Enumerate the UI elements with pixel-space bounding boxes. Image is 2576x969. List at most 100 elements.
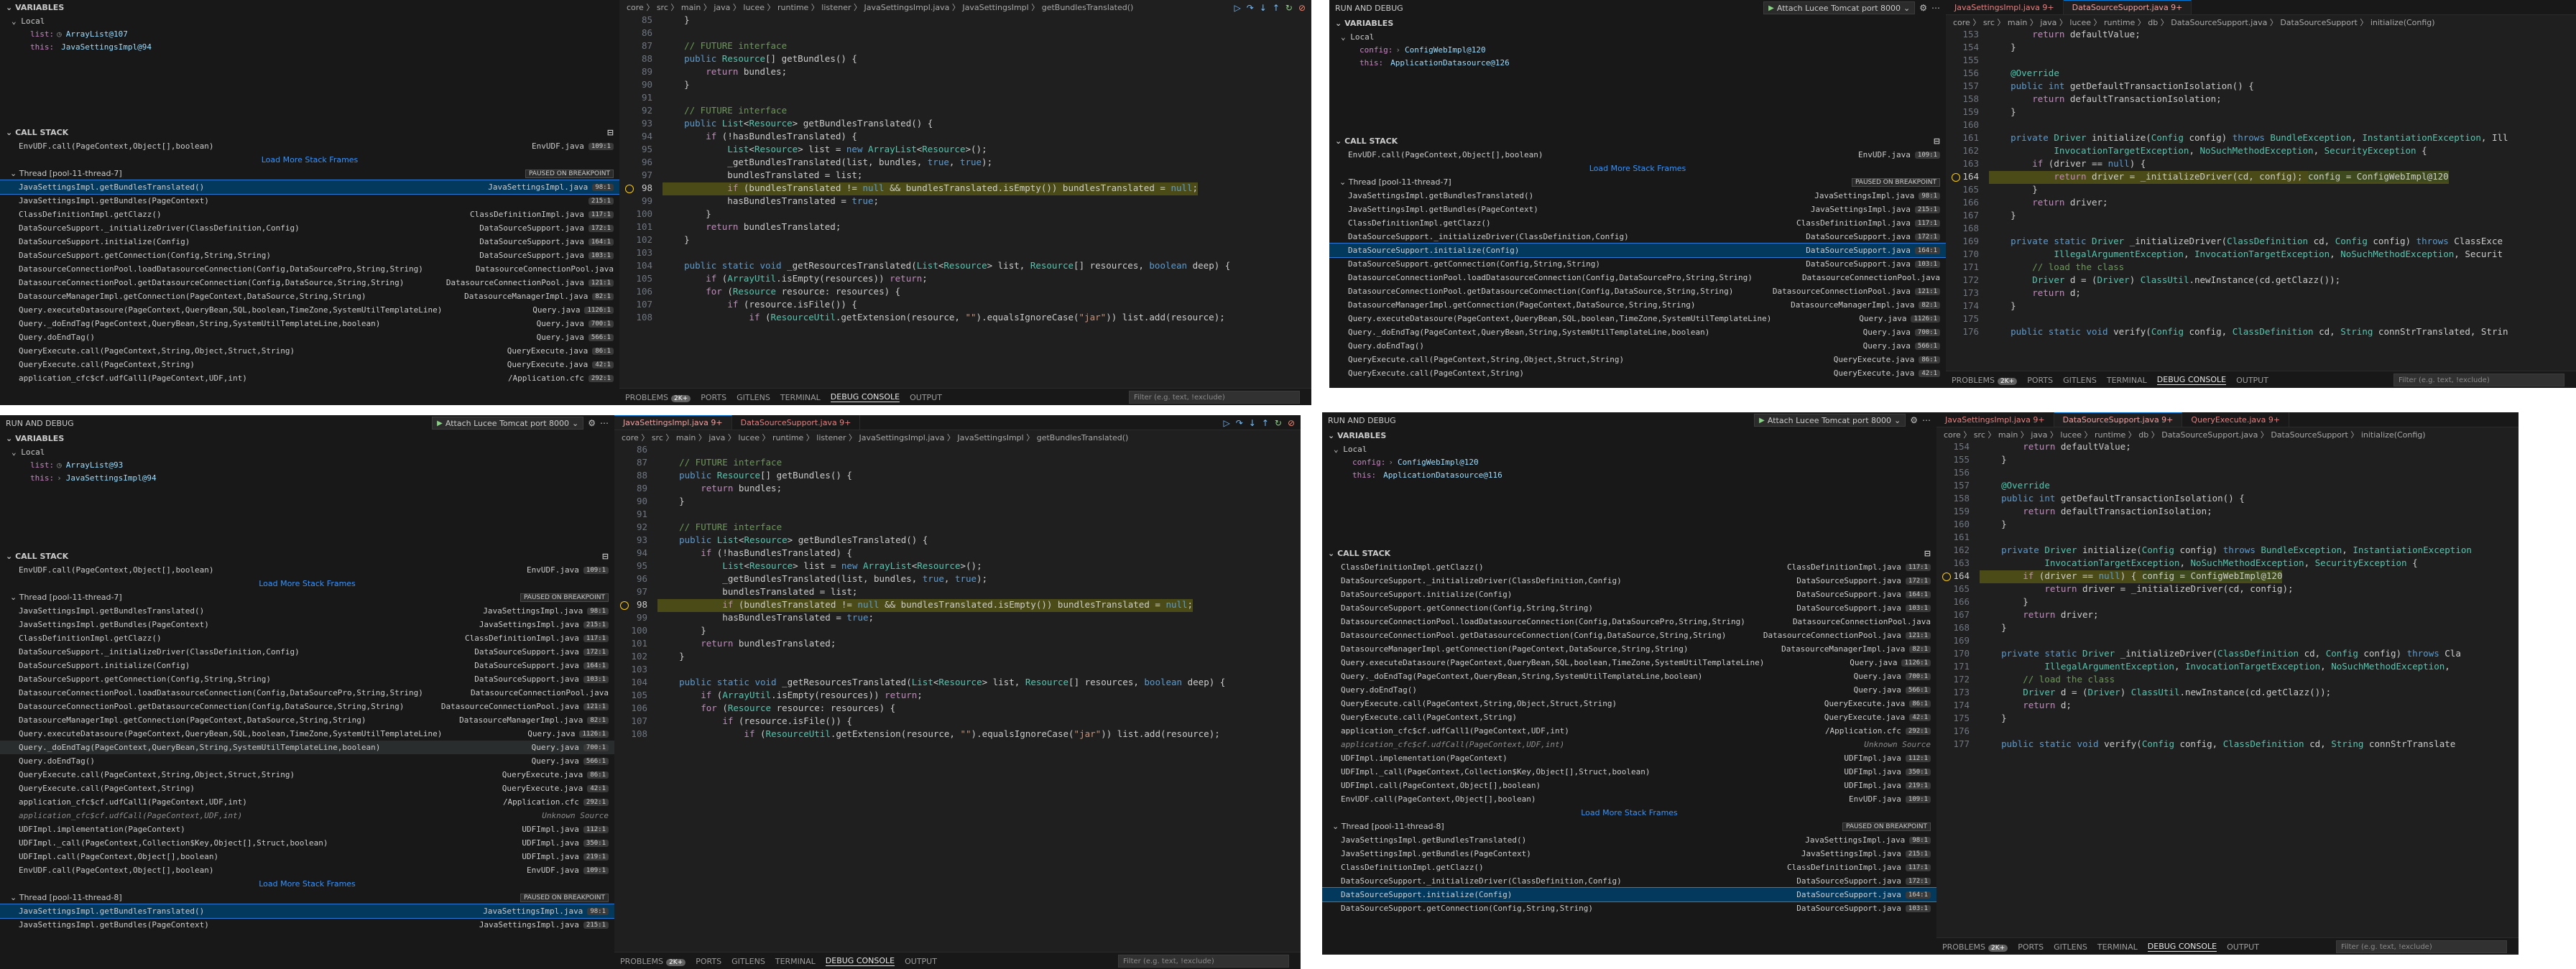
code-line[interactable]: 99 hasBundlesTranslated = true; (614, 612, 1301, 625)
line-number[interactable]: 106 (614, 703, 657, 715)
line-number[interactable]: 93 (614, 534, 657, 547)
continue-icon[interactable]: ▷ (1234, 3, 1240, 13)
breadcrumb[interactable]: core 〉 src 〉 main 〉 java 〉 lucee 〉 runti… (614, 430, 1301, 445)
stack-frame[interactable]: Query.executeDatasoure(PageContext,Query… (1322, 656, 1936, 669)
line-number[interactable]: 106 (619, 286, 663, 299)
code-line[interactable]: 98 if (bundlesTranslated != null && bund… (619, 182, 1311, 195)
line-number[interactable]: 91 (619, 92, 663, 105)
line-number[interactable]: 87 (619, 40, 663, 53)
stack-frame[interactable]: Query.doEndTag() Query.java 566:1 (1329, 339, 1946, 353)
code-line[interactable]: 100 } (619, 208, 1311, 221)
code-line[interactable]: 102 } (614, 651, 1301, 664)
stack-frame[interactable]: DataSourceSupport.initialize(Config) Dat… (0, 235, 619, 249)
code-line[interactable]: 172 // load the class (1936, 674, 2519, 687)
variables-scope[interactable]: ⌄ Local (0, 445, 614, 458)
stack-frame[interactable]: DataSourceSupport.initialize(Config) Dat… (1329, 243, 1946, 258)
line-number[interactable]: 172 (1946, 274, 1989, 287)
panel-tab[interactable]: PORTS (2018, 942, 2044, 952)
stack-frame[interactable]: DatasourceConnectionPool.loadDatasourceC… (0, 686, 614, 700)
line-number[interactable]: 89 (614, 483, 657, 496)
more-icon[interactable]: ⋯ (600, 418, 609, 428)
code-line[interactable]: 155 } (1936, 454, 2519, 467)
code-line[interactable]: 88 public Resource[] getBundles() { (614, 470, 1301, 483)
panel-tab[interactable]: DEBUG CONSOLE (2156, 375, 2227, 385)
line-number[interactable]: 166 (1946, 197, 1989, 210)
stack-frame[interactable]: ClassDefinitionImpl.getClazz() ClassDefi… (1322, 560, 1936, 574)
code-line[interactable]: 173 return d; (1946, 287, 2576, 300)
code-line[interactable]: 173 Driver d = (Driver) ClassUtil.newIns… (1936, 687, 2519, 700)
stack-frame[interactable]: DatasourceConnectionPool.loadDatasourceC… (0, 262, 619, 276)
stack-frame[interactable]: JavaSettingsImpl.getBundlesTranslated() … (0, 180, 619, 195)
code-line[interactable]: 101 return bundlesTranslated; (614, 638, 1301, 651)
code-line[interactable]: 168 } (1936, 622, 2519, 635)
stack-frame[interactable]: DataSourceSupport.getConnection(Config,S… (1322, 601, 1936, 615)
stack-frame[interactable]: DatasourceManagerImpl.getConnection(Page… (1322, 642, 1936, 656)
line-number[interactable]: 96 (619, 157, 663, 170)
code-line[interactable]: 108 if (ResourceUtil.getExtension(resour… (614, 728, 1301, 741)
line-number[interactable]: 159 (1946, 106, 1989, 119)
launch-config-select[interactable]: ▶ Attach Lucee Tomcat port 8000 ⌄ (1763, 1, 1916, 14)
panel-tab[interactable]: PROBLEMS 2K+ (625, 393, 691, 402)
line-number[interactable]: 171 (1936, 661, 1980, 674)
launch-config-select[interactable]: ▶ Attach Lucee Tomcat port 8000 ⌄ (432, 417, 584, 430)
code-line[interactable]: 99 hasBundlesTranslated = true; (619, 195, 1311, 208)
line-number[interactable]: 160 (1946, 119, 1989, 132)
code-line[interactable]: 157 @Override (1936, 480, 2519, 493)
line-number[interactable]: 158 (1936, 493, 1980, 506)
stack-frame[interactable]: DataSourceSupport._initializeDriver(Clas… (0, 221, 619, 235)
line-number[interactable]: 104 (614, 677, 657, 690)
code-line[interactable]: 86 (619, 27, 1311, 40)
stack-frame[interactable]: JavaSettingsImpl.getBundles(PageContext)… (1322, 847, 1936, 861)
code-line[interactable]: 94 if (!hasBundlesTranslated) { (619, 131, 1311, 144)
restart-icon[interactable]: ↻ (1285, 3, 1293, 13)
code-line[interactable]: 165 return driver = _initializeDriver(cd… (1936, 583, 2519, 596)
stack-frame[interactable]: QueryExecute.call(PageContext,String) Qu… (0, 358, 619, 371)
stack-frame[interactable]: ClassDefinitionImpl.getClazz() ClassDefi… (1329, 216, 1946, 230)
line-number[interactable]: 94 (614, 547, 657, 560)
line-number[interactable]: 162 (1946, 145, 1989, 158)
line-number[interactable]: 163 (1936, 557, 1980, 570)
code-line[interactable]: 97 bundlesTranslated = list; (619, 170, 1311, 182)
line-number[interactable]: 104 (619, 260, 663, 273)
code-line[interactable]: 169 private static Driver _initializeDri… (1946, 236, 2576, 249)
line-number[interactable]: 95 (619, 144, 663, 157)
editor-tab[interactable]: JavaSettingsImpl.java 9+ (1936, 412, 2054, 427)
code-line[interactable]: 85 } (619, 14, 1311, 27)
stack-frame[interactable]: QueryExecute.call(PageContext,String) Qu… (1329, 366, 1946, 380)
code-editor[interactable]: 86 87 // FUTURE interface 88 public Reso… (614, 444, 1301, 950)
code-line[interactable]: 89 return bundles; (619, 66, 1311, 79)
line-number[interactable]: 157 (1936, 480, 1980, 493)
code-line[interactable]: 95 List<Resource> list = new ArrayList<R… (619, 144, 1311, 157)
step-into-icon[interactable]: ↓ (1260, 3, 1267, 13)
code-line[interactable]: 89 return bundles; (614, 483, 1301, 496)
call-stack-section-header[interactable]: ⌄ CALL STACK ⊟ (0, 125, 619, 139)
panel-tab[interactable]: PROBLEMS 2K+ (620, 957, 686, 966)
launch-config-select[interactable]: ▶ Attach Lucee Tomcat port 8000 ⌄ (1754, 414, 1906, 427)
code-line[interactable]: 93 public List<Resource> getBundlesTrans… (614, 534, 1301, 547)
stack-frame[interactable]: DataSourceSupport._initializeDriver(Clas… (1329, 230, 1946, 244)
line-number[interactable]: 158 (1946, 93, 1989, 106)
breakpoint-icon[interactable] (1952, 173, 1960, 182)
editor-tab[interactable]: DataSourceSupport.java 9+ (732, 415, 861, 430)
code-line[interactable]: 162 InvocationTargetException, NoSuchMet… (1946, 145, 2576, 158)
collapse-all-icon[interactable]: ⊟ (602, 552, 609, 561)
disconnect-icon[interactable]: ⊘ (1298, 3, 1306, 13)
line-number[interactable]: 175 (1936, 713, 1980, 725)
more-icon[interactable]: ⋯ (1922, 415, 1931, 425)
stack-frame[interactable]: Query.doEndTag() Query.java 566:1 (1322, 683, 1936, 697)
filter-input[interactable]: Filter (e.g. text, !exclude) (2336, 940, 2507, 953)
stack-frame[interactable]: DataSourceSupport._initializeDriver(Clas… (1322, 874, 1936, 888)
step-into-icon[interactable]: ↓ (1249, 418, 1256, 428)
editor-tab[interactable]: DataSourceSupport.java 9+ (2063, 0, 2192, 14)
stack-frame[interactable]: DatasourceManagerImpl.getConnection(Page… (1329, 298, 1946, 312)
code-line[interactable]: 164 if (driver == null) { config = Confi… (1936, 570, 2519, 583)
stack-frame[interactable]: ClassDefinitionImpl.getClazz() ClassDefi… (0, 631, 614, 645)
stack-frame[interactable]: application_cfc$cf.udfCall(PageContext,U… (1322, 738, 1936, 751)
stack-frame[interactable]: JavaSettingsImpl.getBundles(PageContext)… (0, 618, 614, 631)
stack-frame[interactable]: EnvUDF.call(PageContext,Object[],boolean… (0, 863, 614, 877)
line-number[interactable]: 165 (1936, 583, 1980, 596)
line-number[interactable]: 86 (614, 444, 657, 457)
line-number[interactable]: 167 (1946, 210, 1989, 223)
line-number[interactable]: 162 (1936, 544, 1980, 557)
stack-frame[interactable]: ClassDefinitionImpl.getClazz() ClassDefi… (0, 208, 619, 221)
